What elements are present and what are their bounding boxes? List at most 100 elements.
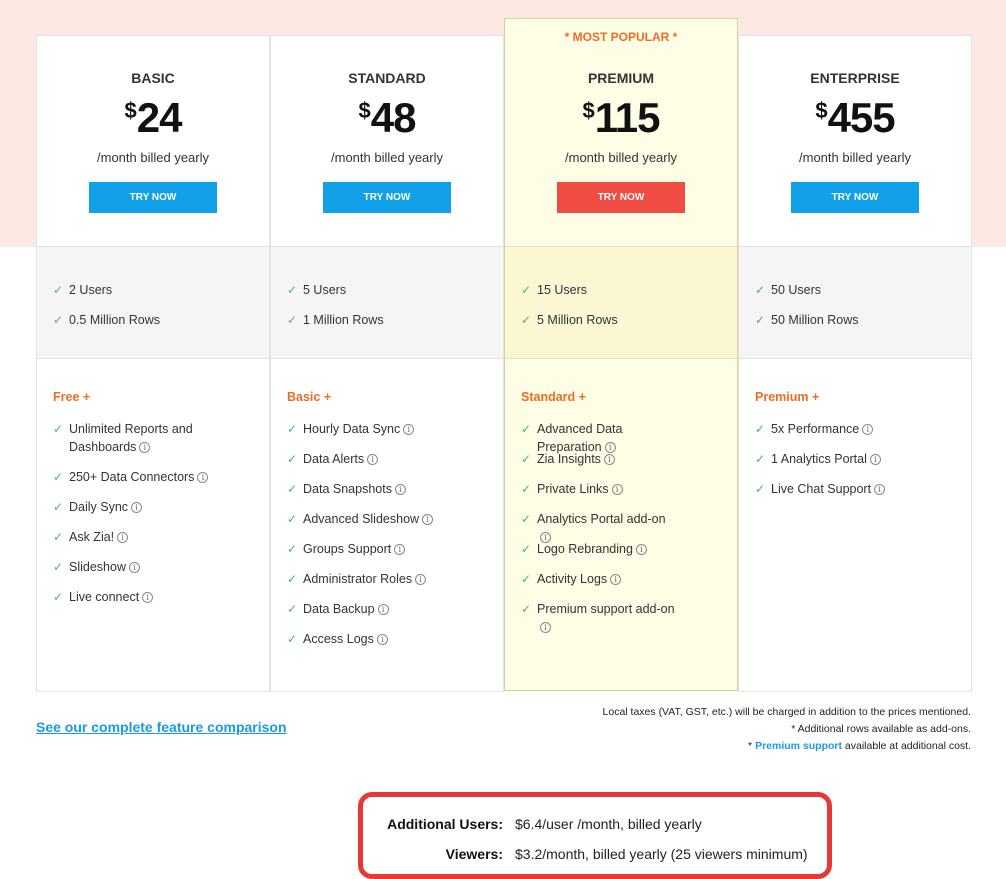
limit-item: ✓ 50 Users bbox=[755, 283, 822, 297]
check-icon: ✓ bbox=[53, 590, 64, 604]
check-icon: ✓ bbox=[287, 452, 298, 466]
feature-item: ✓ Premium support add-oni bbox=[521, 602, 675, 634]
try-now-button[interactable]: TRY NOW bbox=[557, 182, 685, 213]
plan-price: $24 bbox=[124, 94, 183, 141]
feature-item: ✓ Daily Sync i bbox=[53, 498, 261, 528]
plan-name: ENTERPRISE bbox=[810, 70, 900, 86]
info-icon[interactable]: i bbox=[415, 574, 427, 586]
premium-support-link[interactable]: Premium support bbox=[755, 740, 842, 752]
check-icon: ✓ bbox=[53, 530, 64, 544]
pricing-notes: Local taxes (VAT, GST, etc.) will be cha… bbox=[603, 704, 971, 755]
info-icon[interactable]: i bbox=[403, 424, 415, 436]
plan-price: $115 bbox=[582, 94, 660, 141]
check-icon: ✓ bbox=[53, 422, 64, 436]
rows-note: * Additional rows available as add-ons. bbox=[791, 723, 971, 735]
info-icon[interactable]: i bbox=[422, 514, 434, 526]
check-icon: ✓ bbox=[287, 313, 298, 327]
info-icon[interactable]: i bbox=[540, 622, 551, 634]
plan-features: Free + ✓ Unlimited Reports and Dashboards i… bbox=[53, 390, 261, 618]
plan-features: Basic + ✓ Hourly Data Sync i ✓ Data Alerts i ✓ D… bbox=[287, 390, 495, 660]
info-icon[interactable]: i bbox=[603, 454, 615, 466]
feature-comparison-link[interactable]: See our complete feature comparison bbox=[36, 719, 287, 735]
info-icon[interactable]: i bbox=[376, 634, 388, 646]
info-icon[interactable]: i bbox=[610, 574, 622, 586]
check-icon: ✓ bbox=[521, 602, 532, 616]
try-now-button[interactable]: TRY NOW bbox=[791, 182, 919, 213]
feature-item: ✓ Analytics Portal add-oni bbox=[521, 512, 666, 544]
feature-item: ✓ Ask Zia! i bbox=[53, 528, 261, 558]
info-icon[interactable]: i bbox=[197, 472, 209, 484]
info-icon[interactable]: i bbox=[128, 562, 140, 574]
limit-item: ✓ 5 Users bbox=[287, 283, 347, 297]
check-icon: ✓ bbox=[521, 542, 532, 556]
plan-name: BASIC bbox=[131, 70, 175, 86]
check-icon: ✓ bbox=[521, 572, 532, 586]
info-icon[interactable]: i bbox=[394, 544, 406, 556]
feature-item: ✓ Groups Support i bbox=[287, 540, 495, 570]
plan-limits: ✓ 5 Users ✓ 1 Million Rows bbox=[271, 246, 503, 359]
plan-limits: ✓ 50 Users ✓ 50 Million Rows bbox=[739, 246, 971, 359]
feature-item: ✓ 1 Analytics Portal i bbox=[755, 450, 963, 480]
check-icon: ✓ bbox=[521, 452, 532, 466]
plan-features: Premium + ✓ 5x Performance i ✓ 1 Analytics Po… bbox=[755, 390, 963, 510]
info-icon[interactable]: i bbox=[117, 532, 129, 544]
base-plan-label: Standard + bbox=[521, 390, 586, 404]
try-now-button[interactable]: TRY NOW bbox=[323, 182, 451, 213]
check-icon: ✓ bbox=[755, 283, 766, 297]
limit-item: ✓ 15 Users bbox=[521, 283, 588, 297]
check-icon: ✓ bbox=[53, 283, 64, 297]
feature-item: ✓ Slideshow i bbox=[53, 558, 261, 588]
check-icon: ✓ bbox=[521, 482, 532, 496]
info-icon[interactable]: i bbox=[131, 502, 143, 514]
feature-item: ✓ Data Backup i bbox=[287, 600, 495, 630]
billing-period: /month billed yearly bbox=[565, 150, 677, 165]
check-icon: ✓ bbox=[521, 313, 532, 327]
info-icon[interactable]: i bbox=[142, 592, 154, 604]
check-icon: ✓ bbox=[755, 482, 766, 496]
check-icon: ✓ bbox=[287, 283, 298, 297]
limit-item: ✓ 2 Users bbox=[53, 283, 113, 297]
plan-card-standard: STANDARD $48 /month billed yearly TRY NO… bbox=[270, 35, 504, 692]
feature-item: ✓ Access Logs i bbox=[287, 630, 495, 660]
billing-period: /month billed yearly bbox=[331, 150, 443, 165]
info-icon[interactable]: i bbox=[862, 424, 874, 436]
feature-item: ✓ Data Alerts i bbox=[287, 450, 495, 480]
check-icon: ✓ bbox=[287, 602, 298, 616]
feature-item: ✓ Live Chat Support i bbox=[755, 480, 963, 510]
plan-limits: ✓ 15 Users ✓ 5 Million Rows bbox=[505, 246, 737, 359]
feature-item: ✓ Activity Logs i bbox=[521, 570, 729, 600]
base-plan-label: Premium + bbox=[755, 390, 820, 404]
feature-item: ✓ Live connect i bbox=[53, 588, 261, 618]
check-icon: ✓ bbox=[53, 470, 64, 484]
check-icon: ✓ bbox=[53, 313, 64, 327]
check-icon: ✓ bbox=[755, 313, 766, 327]
info-icon[interactable]: i bbox=[367, 454, 379, 466]
feature-item: ✓ Private Links i bbox=[521, 480, 729, 510]
limit-item: ✓ 50 Million Rows bbox=[755, 313, 859, 327]
plan-card-enterprise: ENTERPRISE $455 /month billed yearly TRY… bbox=[738, 35, 972, 692]
check-icon: ✓ bbox=[287, 632, 298, 646]
feature-item: ✓ Advanced Slideshow i bbox=[287, 510, 495, 540]
info-icon[interactable]: i bbox=[139, 442, 151, 454]
try-now-button[interactable]: TRY NOW bbox=[89, 182, 217, 213]
plan-limits: ✓ 2 Users ✓ 0.5 Million Rows bbox=[37, 246, 269, 359]
info-icon[interactable]: i bbox=[377, 604, 389, 616]
check-icon: ✓ bbox=[287, 542, 298, 556]
limit-item: ✓ 1 Million Rows bbox=[287, 313, 384, 327]
info-icon[interactable]: i bbox=[394, 484, 406, 496]
addon-pricing-box: Additional Users: $6.4/user /month, bille… bbox=[358, 792, 832, 879]
check-icon: ✓ bbox=[53, 560, 64, 574]
addon-row-users: Additional Users: $6.4/user /month, bille… bbox=[387, 816, 702, 832]
check-icon: ✓ bbox=[521, 422, 532, 436]
check-icon: ✓ bbox=[755, 422, 766, 436]
check-icon: ✓ bbox=[287, 572, 298, 586]
feature-item: ✓ Unlimited Reports and Dashboards i bbox=[53, 422, 193, 454]
support-note: * Premium support available at additiona… bbox=[748, 740, 971, 752]
check-icon: ✓ bbox=[53, 500, 64, 514]
info-icon[interactable]: i bbox=[869, 454, 881, 466]
info-icon[interactable]: i bbox=[611, 484, 623, 496]
feature-item: ✓ Data Snapshots i bbox=[287, 480, 495, 510]
limit-item: ✓ 5 Million Rows bbox=[521, 313, 618, 327]
info-icon[interactable]: i bbox=[635, 544, 647, 556]
info-icon[interactable]: i bbox=[874, 484, 886, 496]
